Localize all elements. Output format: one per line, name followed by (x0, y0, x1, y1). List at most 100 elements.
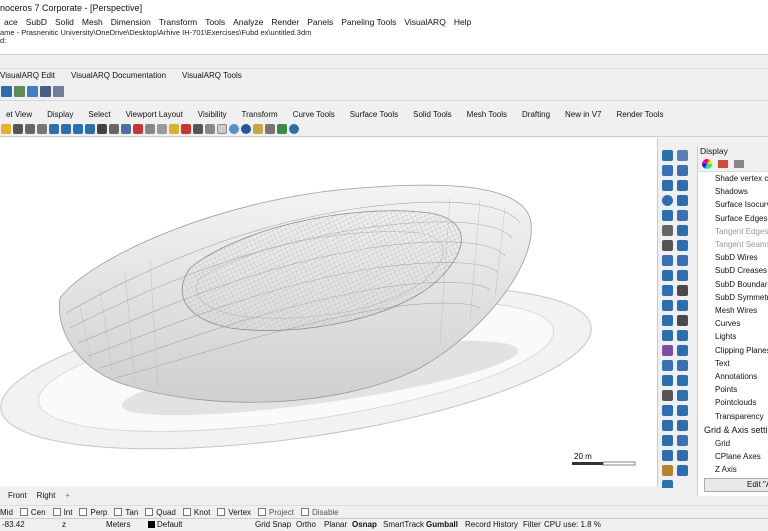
menu-item-tools[interactable]: Tools (201, 16, 229, 29)
paint-icon[interactable] (662, 465, 673, 476)
smarttrack-toggle[interactable]: SmartTrack (383, 519, 424, 531)
color-select-icon[interactable] (181, 123, 191, 134)
cplane-axes-option[interactable]: CPlane Axes (698, 450, 768, 463)
menu-item-paneling-tools[interactable]: Paneling Tools (337, 16, 400, 29)
tab-drafting[interactable]: Drafting (516, 108, 556, 121)
display-option[interactable]: Surface Edges (698, 212, 768, 225)
xray-icon[interactable] (241, 123, 251, 134)
ungroup-icon[interactable] (677, 420, 688, 431)
color-wheel-icon[interactable] (702, 159, 712, 169)
polyline-icon[interactable] (677, 165, 688, 176)
osnap-disable[interactable]: Disable (300, 508, 339, 517)
menu-item-dimension[interactable]: Dimension (107, 16, 155, 29)
display-option[interactable]: Points (698, 383, 768, 396)
osnap-toggle[interactable]: Osnap (352, 519, 377, 531)
z-axis-option[interactable]: Z Axis (698, 463, 768, 476)
rectangle-icon[interactable] (662, 210, 673, 221)
zoom-window-icon[interactable] (61, 123, 71, 134)
checkbox-icon[interactable] (182, 508, 191, 516)
pencil-icon[interactable] (734, 160, 744, 168)
shaded-icon[interactable] (205, 123, 215, 134)
tab-right-view[interactable]: Right (37, 491, 56, 500)
checkbox-icon[interactable] (217, 508, 226, 516)
tab-solid-tools[interactable]: Solid Tools (407, 108, 458, 121)
tab-visualarq-edit[interactable]: VisualARQ Edit (0, 69, 65, 83)
subd-icon[interactable] (677, 300, 688, 311)
menu-item-visualarq[interactable]: VisualARQ (400, 16, 449, 29)
copy-icon[interactable] (677, 330, 688, 341)
gumball-toggle[interactable]: Gumball (426, 519, 458, 531)
display-option[interactable]: Tangent Seams (698, 238, 768, 251)
checkbox-icon[interactable] (79, 508, 88, 516)
menu-item-subd[interactable]: SubD (22, 16, 51, 29)
rotate-icon[interactable] (662, 345, 673, 356)
tab-surface-tools[interactable]: Surface Tools (344, 108, 404, 121)
boolean-union-icon[interactable] (662, 285, 673, 296)
checkbox-icon[interactable] (300, 508, 309, 516)
units-display[interactable]: Meters (106, 519, 130, 531)
arc-icon[interactable] (662, 195, 673, 206)
ortho-toggle[interactable]: Ortho (296, 519, 316, 531)
zoom-extents-icon[interactable] (73, 123, 83, 134)
display-option[interactable]: Curves (698, 317, 768, 330)
sphere-icon[interactable] (677, 270, 688, 281)
trim-icon[interactable] (662, 390, 673, 401)
grid-view-icon[interactable] (109, 123, 119, 134)
checkbox-icon[interactable] (19, 508, 28, 516)
text-icon[interactable] (677, 360, 688, 371)
furniture-icon[interactable] (53, 86, 64, 97)
display-option[interactable]: Pointclouds (698, 396, 768, 409)
loft-icon[interactable] (677, 240, 688, 251)
record-history-toggle[interactable]: Record History (465, 519, 518, 531)
material-icon[interactable] (718, 160, 728, 168)
cplane-icon[interactable] (133, 123, 143, 134)
add-viewport-icon[interactable]: + (65, 491, 70, 500)
named-view-icon[interactable] (145, 123, 155, 134)
mesh-icon[interactable] (662, 300, 673, 311)
light-bulb-icon[interactable] (169, 123, 179, 134)
osnap-cen[interactable]: Cen (19, 508, 46, 517)
beam-icon[interactable] (14, 86, 25, 97)
line-icon[interactable] (662, 165, 673, 176)
command-input-area[interactable] (0, 55, 768, 69)
menu-item-analyze[interactable]: Analyze (229, 16, 267, 29)
osnap-mid[interactable]: Mid (0, 508, 13, 517)
tab-viewport-layout[interactable]: Viewport Layout (120, 108, 189, 121)
tab-render-tools[interactable]: Render Tools (610, 108, 669, 121)
display-option[interactable]: Lights (698, 330, 768, 343)
tab-mesh-tools[interactable]: Mesh Tools (461, 108, 513, 121)
checkbox-icon[interactable] (114, 508, 123, 516)
fillet-icon[interactable] (662, 240, 673, 251)
tab-transform[interactable]: Transform (236, 108, 284, 121)
split-icon[interactable] (677, 390, 688, 401)
display-option[interactable]: Mesh Wires (698, 304, 768, 317)
mirror-icon[interactable] (677, 315, 688, 326)
roof-icon[interactable] (40, 86, 51, 97)
tab-visualarq-documentation[interactable]: VisualARQ Documentation (71, 69, 176, 83)
checkbox-icon[interactable] (145, 508, 154, 516)
grid-axis-section-header[interactable]: Grid & Axis setti (698, 423, 768, 437)
camera-icon[interactable] (157, 123, 167, 134)
point-icon[interactable] (677, 150, 688, 161)
stair-icon[interactable] (27, 86, 38, 97)
zoom-selected-icon[interactable] (85, 123, 95, 134)
grid-option[interactable]: Grid (698, 437, 768, 450)
display-option[interactable]: Shadows (698, 185, 768, 198)
display-option[interactable]: SubD Wires (698, 251, 768, 264)
layer-icon[interactable] (662, 435, 673, 446)
display-option[interactable]: Transparency (698, 410, 768, 423)
hide-icon[interactable] (662, 450, 673, 461)
rotate-view-icon[interactable] (37, 123, 47, 134)
menu-item-panels[interactable]: Panels (303, 16, 337, 29)
osnap-project[interactable]: Project (258, 508, 294, 517)
tab-display[interactable]: Display (41, 108, 79, 121)
pen-icon[interactable] (277, 123, 287, 134)
dimension-icon[interactable] (662, 360, 673, 371)
ellipse-icon[interactable] (677, 195, 688, 206)
undo-icon[interactable] (13, 123, 23, 134)
select-icon[interactable] (662, 150, 673, 161)
join-icon[interactable] (662, 405, 673, 416)
tab-curve-tools[interactable]: Curve Tools (287, 108, 341, 121)
display-option[interactable]: Shade vertex co (698, 172, 768, 185)
current-layer[interactable]: Default (157, 519, 182, 531)
